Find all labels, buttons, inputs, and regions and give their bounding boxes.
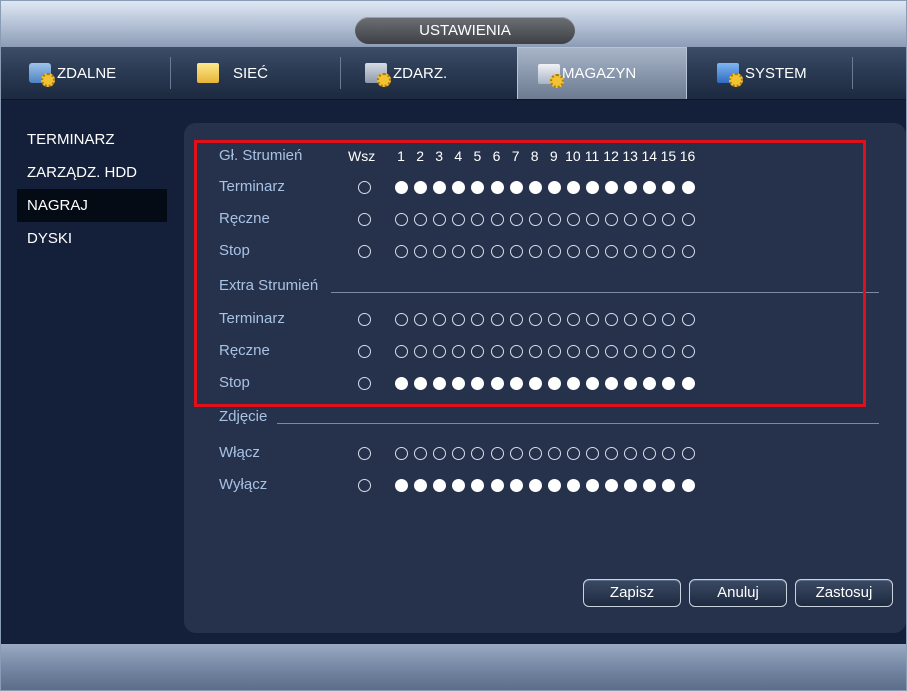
channel-radio[interactable] [414, 479, 428, 492]
all-radio[interactable] [358, 447, 371, 460]
channel-radio[interactable] [566, 447, 580, 460]
footer-bar [1, 644, 906, 690]
channel-radio[interactable] [509, 447, 523, 460]
storage-icon [538, 63, 564, 88]
window-title: USTAWIENIA [355, 17, 575, 44]
channel-radio[interactable] [528, 479, 542, 492]
sidebar-item-schedule[interactable]: TERMINARZ [17, 123, 167, 156]
remote-camera-icon [29, 63, 55, 87]
save-button[interactable]: Zapisz [583, 579, 681, 607]
channel-radio[interactable] [547, 479, 561, 492]
network-icon [197, 63, 219, 83]
channel-radio[interactable] [681, 479, 695, 492]
tab-bar: ZDALNE SIEĆ ZDARZ. MAGAZYN SYSTEM [1, 47, 906, 100]
channel-radio[interactable] [509, 479, 523, 492]
tab-remote[interactable]: ZDALNE [1, 47, 171, 99]
channel-radio[interactable] [490, 479, 504, 492]
channel-radio[interactable] [547, 447, 561, 460]
tab-label: SYSTEM [745, 64, 807, 82]
event-icon [365, 63, 391, 87]
tab-label: ZDARZ. [393, 64, 448, 82]
channel-radio[interactable] [528, 447, 542, 460]
snapshot-label: Zdjęcie [219, 408, 268, 425]
cancel-button[interactable]: Anuluj [689, 579, 787, 607]
settings-window: USTAWIENIA ZDALNE SIEĆ ZDARZ. MAGAZYN SY… [0, 0, 907, 691]
channel-radio[interactable] [586, 479, 599, 492]
channel-radio[interactable] [395, 447, 408, 460]
channel-radio[interactable] [414, 447, 428, 460]
row-label: Włącz [219, 444, 260, 461]
tab-label: ZDALNE [57, 64, 117, 82]
sidebar: TERMINARZ ZARZĄDZ. HDD NAGRAJ DYSKI [17, 123, 167, 255]
channel-radio[interactable] [605, 447, 619, 460]
tab-label: SIEĆ [233, 64, 269, 82]
channel-radio[interactable] [490, 447, 504, 460]
tab-network[interactable]: SIEĆ [171, 47, 341, 99]
sidebar-item-disks[interactable]: DYSKI [17, 222, 167, 255]
title-bar: USTAWIENIA [1, 1, 906, 47]
row-label: Wyłącz [219, 476, 268, 493]
all-radio[interactable] [358, 479, 371, 492]
highlight-box [194, 140, 866, 407]
channel-radio[interactable] [586, 447, 599, 460]
channel-radio[interactable] [395, 479, 408, 492]
channel-radio[interactable] [605, 479, 619, 492]
tab-event[interactable]: ZDARZ. [341, 47, 517, 99]
channel-radio[interactable] [566, 479, 580, 492]
apply-button[interactable]: Zastosuj [795, 579, 893, 607]
sidebar-item-record[interactable]: NAGRAJ [17, 189, 167, 222]
channel-radio[interactable] [681, 447, 695, 460]
sidebar-item-hdd-manage[interactable]: ZARZĄDZ. HDD [17, 156, 167, 189]
tab-system[interactable]: SYSTEM [687, 47, 853, 99]
system-icon [717, 63, 743, 87]
section-divider [277, 423, 879, 424]
tab-storage[interactable]: MAGAZYN [517, 47, 687, 99]
tab-label: MAGAZYN [562, 65, 637, 82]
